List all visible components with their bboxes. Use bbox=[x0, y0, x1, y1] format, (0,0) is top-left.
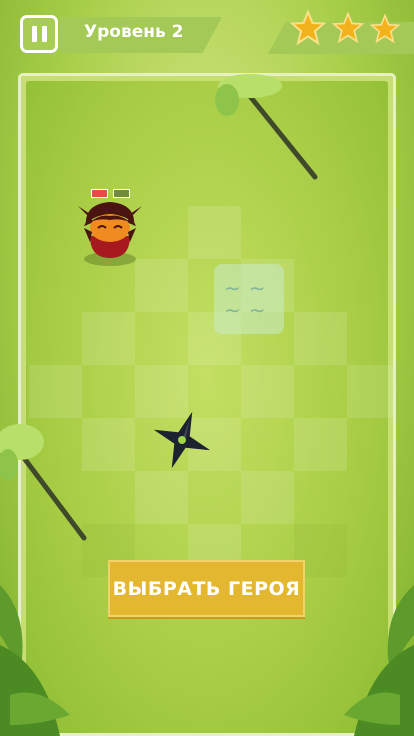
foliage-icon bbox=[344, 585, 414, 736]
grass-tile bbox=[241, 471, 294, 524]
grass-tile bbox=[294, 312, 347, 365]
star-icon bbox=[290, 10, 326, 46]
grass-tile bbox=[135, 471, 188, 524]
select-hero-button[interactable]: ВЫБРАТЬ ГЕРОЯ bbox=[108, 560, 305, 617]
grass-tile bbox=[135, 259, 188, 312]
water-tile: ∼∼ ∼∼ bbox=[214, 264, 284, 334]
grass-tile bbox=[294, 418, 347, 471]
palm-tree-icon bbox=[215, 74, 318, 180]
grass-tile bbox=[82, 312, 135, 365]
palm-tree-icon bbox=[0, 424, 87, 541]
grass-tile bbox=[29, 365, 82, 418]
star-icon bbox=[332, 12, 364, 44]
star-icon bbox=[370, 14, 400, 44]
level-label: Уровень 2 bbox=[84, 22, 184, 42]
hero-character[interactable] bbox=[74, 186, 146, 266]
pause-icon bbox=[31, 26, 37, 42]
top-bar: Уровень 2 bbox=[0, 0, 414, 70]
shuriken-icon[interactable] bbox=[150, 408, 214, 472]
water-icon: ∼∼ bbox=[224, 276, 274, 300]
grass-tile bbox=[188, 206, 241, 259]
grass-tile bbox=[241, 365, 294, 418]
grass-tile bbox=[347, 365, 393, 418]
foliage-icon bbox=[0, 585, 70, 736]
pause-button[interactable] bbox=[20, 15, 58, 53]
hero-sprite bbox=[78, 202, 142, 266]
